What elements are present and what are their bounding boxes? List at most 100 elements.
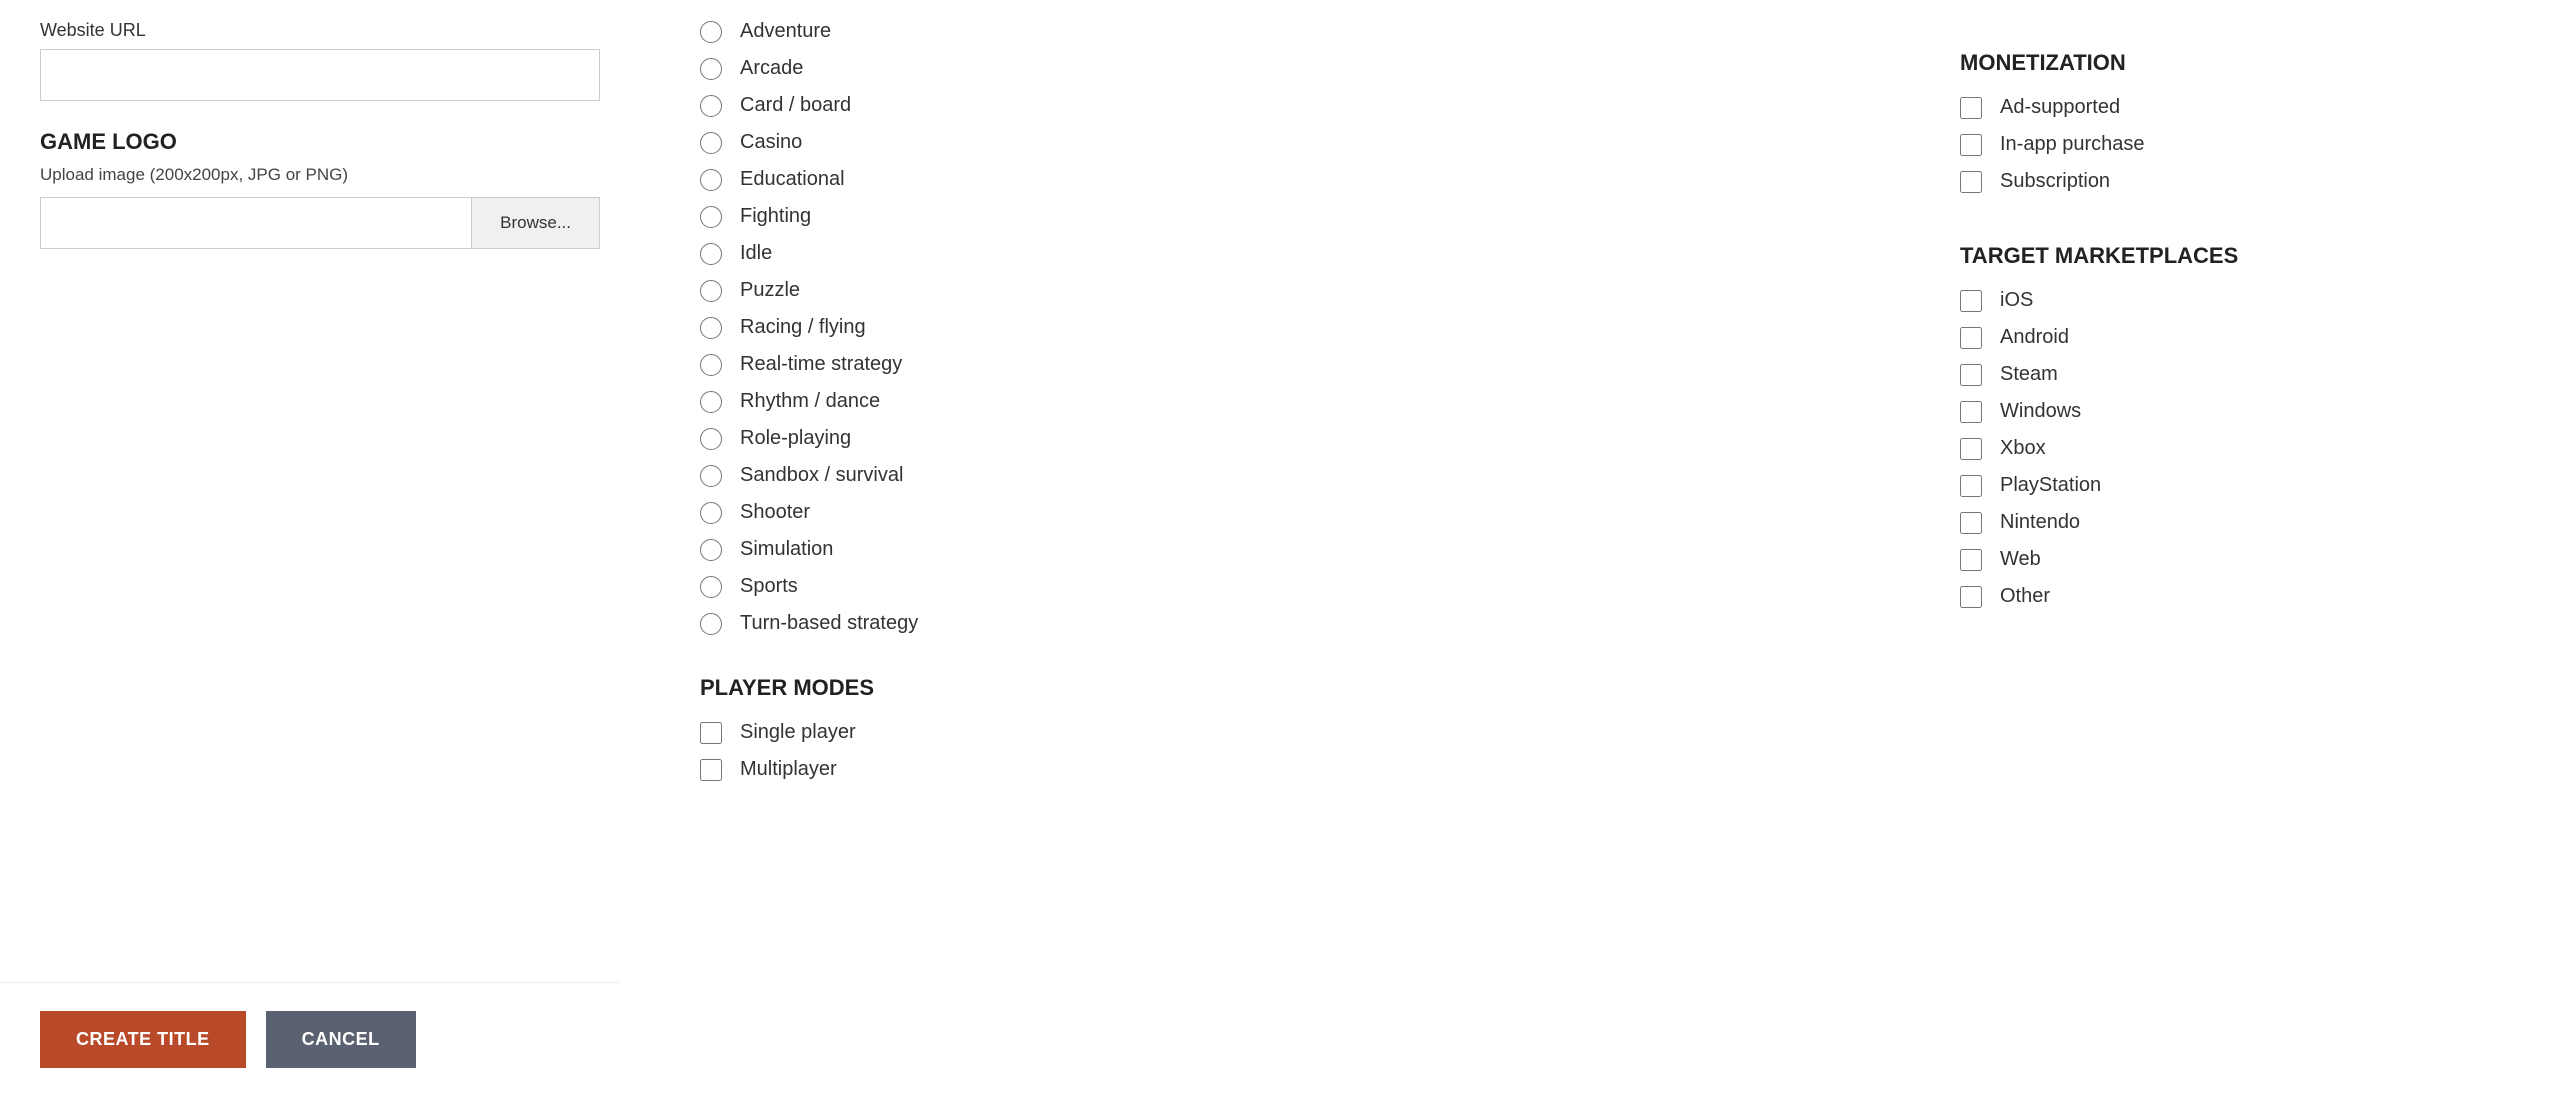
genre-radio-sports[interactable]	[700, 576, 722, 598]
browse-button[interactable]: Browse...	[471, 197, 600, 249]
create-title-button[interactable]: CREATE TITLE	[40, 1011, 246, 1068]
genre-radio-role-playing[interactable]	[700, 428, 722, 450]
genre-radio-real-time-strategy[interactable]	[700, 354, 722, 376]
marketplace-label: Nintendo	[2000, 511, 2080, 534]
genre-radio-puzzle[interactable]	[700, 280, 722, 302]
list-item: Adventure	[700, 20, 1840, 43]
genre-label: Turn-based strategy	[740, 612, 918, 635]
marketplace-checkbox-playstation[interactable]	[1960, 475, 1982, 497]
genre-label: Shooter	[740, 501, 810, 524]
genre-label: Racing / flying	[740, 316, 866, 339]
list-item: Real-time strategy	[700, 353, 1840, 376]
list-item: Windows	[1960, 400, 2520, 423]
genre-radio-fighting[interactable]	[700, 206, 722, 228]
genre-list: Adventure Arcade Card / board Casino Educati…	[700, 20, 1840, 635]
genre-radio-sandbox---survival[interactable]	[700, 465, 722, 487]
list-item: Android	[1960, 326, 2520, 349]
list-item: Sandbox / survival	[700, 464, 1840, 487]
list-item: Ad-supported	[1960, 96, 2520, 119]
list-item: Role-playing	[700, 427, 1840, 450]
marketplace-checkbox-web[interactable]	[1960, 549, 1982, 571]
list-item: Web	[1960, 548, 2520, 571]
genre-label: Simulation	[740, 538, 833, 561]
monetization-checkbox-ad-supported[interactable]	[1960, 97, 1982, 119]
player-mode-label: Multiplayer	[740, 758, 837, 781]
genre-label: Educational	[740, 168, 845, 191]
monetization-label: Ad-supported	[2000, 96, 2120, 119]
list-item: Card / board	[700, 94, 1840, 117]
left-column: Website URL GAME LOGO Upload image (200x…	[40, 20, 660, 795]
list-item: Other	[1960, 585, 2520, 608]
genre-radio-turn-based-strategy[interactable]	[700, 613, 722, 635]
genre-radio-shooter[interactable]	[700, 502, 722, 524]
list-item: Shooter	[700, 501, 1840, 524]
marketplace-label: Web	[2000, 548, 2041, 571]
right-column: MONETIZATION Ad-supportedIn-app purchase…	[1920, 20, 2520, 795]
marketplace-checkbox-steam[interactable]	[1960, 364, 1982, 386]
monetization-label: Subscription	[2000, 170, 2110, 193]
file-input-row: Browse...	[40, 197, 600, 249]
marketplace-label: Windows	[2000, 400, 2081, 423]
list-item: Puzzle	[700, 279, 1840, 302]
genre-radio-adventure[interactable]	[700, 21, 722, 43]
list-item: Steam	[1960, 363, 2520, 386]
list-item: Single player	[700, 721, 1840, 744]
genre-radio-idle[interactable]	[700, 243, 722, 265]
player-mode-label: Single player	[740, 721, 856, 744]
list-item: In-app purchase	[1960, 133, 2520, 156]
list-item: Arcade	[700, 57, 1840, 80]
marketplace-checkbox-ios[interactable]	[1960, 290, 1982, 312]
genre-radio-simulation[interactable]	[700, 539, 722, 561]
list-item: Educational	[700, 168, 1840, 191]
marketplace-checkbox-windows[interactable]	[1960, 401, 1982, 423]
cancel-button[interactable]: CANCEL	[266, 1011, 416, 1068]
player-modes-list: Single player Multiplayer	[700, 721, 1840, 781]
game-logo-title: GAME LOGO	[40, 129, 600, 155]
genre-label: Role-playing	[740, 427, 851, 450]
website-url-input[interactable]	[40, 49, 600, 101]
website-url-label: Website URL	[40, 20, 600, 41]
genre-label: Idle	[740, 242, 772, 265]
list-item: Nintendo	[1960, 511, 2520, 534]
genre-radio-educational[interactable]	[700, 169, 722, 191]
genre-label: Casino	[740, 131, 802, 154]
list-item: Xbox	[1960, 437, 2520, 460]
marketplace-label: iOS	[2000, 289, 2033, 312]
genre-label: Arcade	[740, 57, 803, 80]
player-mode-checkbox-multiplayer[interactable]	[700, 759, 722, 781]
genre-radio-casino[interactable]	[700, 132, 722, 154]
list-item: Casino	[700, 131, 1840, 154]
genre-radio-arcade[interactable]	[700, 58, 722, 80]
target-marketplaces-list: iOS Android Steam Windows Xbox PlayStation Nin…	[1960, 289, 2520, 608]
list-item: Sports	[700, 575, 1840, 598]
genre-label: Card / board	[740, 94, 851, 117]
monetization-list: Ad-supported In-app purchase Subscription	[1960, 96, 2520, 193]
list-item: Multiplayer	[700, 758, 1840, 781]
list-item: Simulation	[700, 538, 1840, 561]
file-path-input[interactable]	[40, 197, 471, 249]
genre-label: Puzzle	[740, 279, 800, 302]
marketplace-label: Xbox	[2000, 437, 2046, 460]
player-mode-checkbox-single-player[interactable]	[700, 722, 722, 744]
genre-label: Real-time strategy	[740, 353, 902, 376]
list-item: PlayStation	[1960, 474, 2520, 497]
genre-label: Rhythm / dance	[740, 390, 880, 413]
marketplace-label: Android	[2000, 326, 2069, 349]
marketplace-checkbox-nintendo[interactable]	[1960, 512, 1982, 534]
monetization-label: In-app purchase	[2000, 133, 2145, 156]
genre-radio-card---board[interactable]	[700, 95, 722, 117]
list-item: Subscription	[1960, 170, 2520, 193]
genre-radio-racing---flying[interactable]	[700, 317, 722, 339]
list-item: Fighting	[700, 205, 1840, 228]
marketplace-checkbox-xbox[interactable]	[1960, 438, 1982, 460]
list-item: iOS	[1960, 289, 2520, 312]
marketplace-checkbox-android[interactable]	[1960, 327, 1982, 349]
genre-radio-rhythm---dance[interactable]	[700, 391, 722, 413]
upload-image-label: Upload image (200x200px, JPG or PNG)	[40, 165, 600, 185]
marketplace-label: Steam	[2000, 363, 2058, 386]
monetization-checkbox-in-app-purchase[interactable]	[1960, 134, 1982, 156]
monetization-checkbox-subscription[interactable]	[1960, 171, 1982, 193]
marketplace-checkbox-other[interactable]	[1960, 586, 1982, 608]
genre-label: Sandbox / survival	[740, 464, 903, 487]
player-modes-title: PLAYER MODES	[700, 675, 1840, 701]
